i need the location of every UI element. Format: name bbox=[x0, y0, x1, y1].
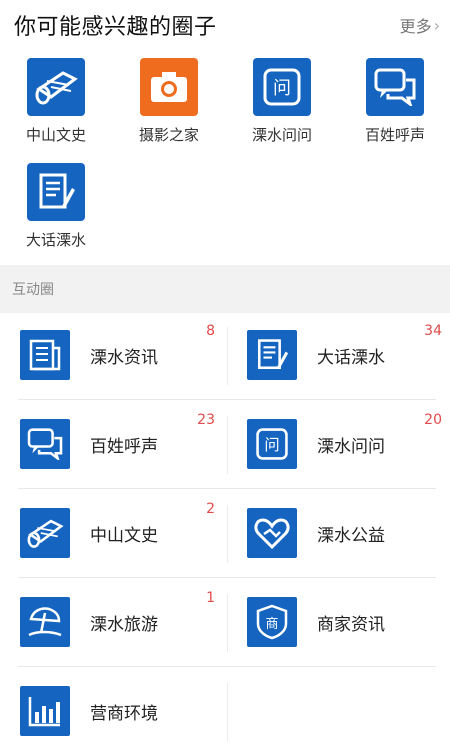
question-icon: 问 bbox=[253, 58, 311, 116]
question-icon: 问 bbox=[247, 419, 297, 469]
camera-icon bbox=[140, 58, 198, 116]
section-title: 你可能感兴趣的圈子 bbox=[14, 15, 217, 40]
svg-text:问: 问 bbox=[273, 78, 291, 99]
shop-shield-icon: 商 bbox=[247, 597, 297, 647]
item-name: 商家资讯 bbox=[317, 615, 385, 635]
circle-label: 百姓呼声 bbox=[364, 126, 425, 144]
count-badge: 20 bbox=[424, 412, 442, 428]
chevron-right-icon: › bbox=[433, 15, 440, 35]
circle-item[interactable]: 百姓呼声 bbox=[339, 50, 450, 150]
item-name: 溧水公益 bbox=[317, 526, 385, 546]
heart-hands-icon bbox=[247, 508, 297, 558]
more-link[interactable]: 更多 › bbox=[400, 13, 440, 37]
divider bbox=[227, 683, 228, 741]
circle-label: 摄影之家 bbox=[138, 126, 199, 144]
item-name: 溧水问问 bbox=[317, 437, 385, 457]
circle-item[interactable]: 问 溧水问问 bbox=[226, 50, 338, 150]
list-item[interactable]: 商 商家资讯 bbox=[0, 580, 450, 669]
circle-label: 中山文史 bbox=[25, 126, 86, 144]
section-label: 互动圈 bbox=[12, 282, 54, 298]
document-pen-icon bbox=[247, 330, 297, 380]
chat-bubbles-icon bbox=[366, 58, 424, 116]
list-item[interactable]: 溧水公益 bbox=[0, 491, 450, 580]
circle-item[interactable]: 中山文史 bbox=[0, 50, 112, 150]
circle-item[interactable]: 摄影之家 bbox=[113, 50, 225, 150]
circle-item[interactable]: 大话溧水 bbox=[0, 155, 112, 255]
document-pen-icon bbox=[27, 163, 85, 221]
item-name: 大话溧水 bbox=[317, 348, 385, 368]
svg-text:问: 问 bbox=[264, 436, 279, 454]
circle-label: 大话溧水 bbox=[25, 231, 86, 249]
count-badge: 34 bbox=[424, 323, 442, 339]
svg-text:商: 商 bbox=[265, 617, 278, 632]
interactive-section-header: 互动圈 bbox=[0, 265, 450, 313]
list-item[interactable]: 营商环境 bbox=[0, 669, 225, 750]
item-name: 营商环境 bbox=[90, 704, 158, 724]
bar-chart-icon bbox=[20, 686, 70, 736]
more-label: 更多 bbox=[399, 17, 432, 36]
list-item[interactable]: 大话溧水 34 bbox=[0, 313, 450, 402]
circles-header: 你可能感兴趣的圈子 更多 › bbox=[0, 0, 450, 48]
list-item[interactable]: 问 溧水问问 20 bbox=[0, 402, 450, 491]
circle-label: 溧水问问 bbox=[251, 126, 312, 144]
scroll-icon bbox=[27, 58, 85, 116]
